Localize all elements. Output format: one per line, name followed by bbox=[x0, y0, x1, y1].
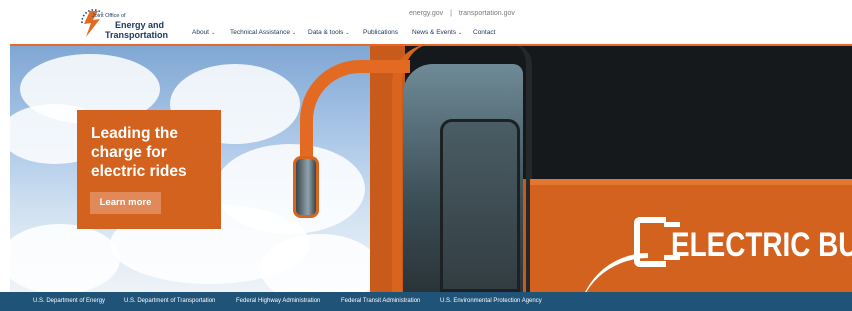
hero-title: Leading the charge for electric rides bbox=[91, 125, 187, 180]
site-logo[interactable]: Joint Office of Energy and Transportatio… bbox=[76, 7, 169, 40]
transportation-gov-link[interactable]: transportation.gov bbox=[459, 10, 515, 17]
bus-mirror bbox=[293, 156, 319, 218]
nav-item-label: News & Events bbox=[412, 29, 457, 36]
nav-item-news-events[interactable]: News & Events ⌄ bbox=[412, 29, 462, 36]
bus-side-text: ELECTRIC BUS bbox=[671, 226, 852, 264]
footer-link-fta[interactable]: Federal Transit Administration bbox=[341, 298, 420, 304]
cloud-shape bbox=[260, 234, 380, 292]
nav-item-data-tools[interactable]: Data & tools ⌄ bbox=[308, 29, 350, 36]
hero-left-margin bbox=[0, 44, 10, 292]
footer-link-dot[interactable]: U.S. Department of Transportation bbox=[124, 298, 215, 304]
learn-more-button[interactable]: Learn more bbox=[90, 192, 161, 214]
plug-icon bbox=[634, 217, 666, 267]
chevron-down-icon: ⌄ bbox=[345, 30, 350, 36]
nav-item-label: Publications bbox=[363, 29, 399, 36]
bus-mirror-arm bbox=[300, 60, 410, 170]
chevron-down-icon: ⌄ bbox=[211, 30, 216, 36]
site-header: Joint Office of Energy and Transportatio… bbox=[0, 0, 852, 44]
nav-item-publications[interactable]: Publications bbox=[363, 29, 398, 36]
cloud-shape bbox=[0, 224, 120, 292]
hero-promo-card: Leading the charge for electric rides Le… bbox=[77, 110, 221, 229]
header-divider bbox=[0, 44, 852, 46]
partner-agencies-bar: U.S. Department of Energy U.S. Departmen… bbox=[0, 292, 852, 311]
nav-item-technical-assistance[interactable]: Technical Assistance ⌄ bbox=[230, 29, 296, 36]
nav-item-contact[interactable]: Contact bbox=[473, 29, 495, 36]
chevron-down-icon: ⌄ bbox=[291, 30, 297, 36]
bus-door bbox=[440, 119, 520, 292]
chevron-down-icon: ⌄ bbox=[458, 30, 463, 36]
bus-side-stripe bbox=[530, 179, 852, 185]
lightning-bolt-logo-icon bbox=[81, 9, 103, 37]
footer-link-epa[interactable]: U.S. Environmental Protection Agency bbox=[440, 298, 542, 304]
nav-item-label: Data & tools bbox=[308, 29, 344, 36]
utility-links: energy.gov | transportation.gov bbox=[409, 10, 515, 17]
utility-separator: | bbox=[450, 10, 452, 17]
logo-line2: Energy and bbox=[115, 20, 165, 30]
nav-item-label: Contact bbox=[473, 29, 496, 36]
footer-link-fhwa[interactable]: Federal Highway Administration bbox=[236, 298, 320, 304]
nav-item-about[interactable]: About ⌄ bbox=[192, 29, 215, 36]
footer-link-doe[interactable]: U.S. Department of Energy bbox=[33, 298, 105, 304]
nav-item-label: About bbox=[192, 29, 209, 36]
nav-item-label: Technical Assistance bbox=[230, 29, 290, 36]
logo-line1: Joint Office of bbox=[92, 13, 126, 19]
logo-line3: Transportation bbox=[105, 30, 169, 40]
energy-gov-link[interactable]: energy.gov bbox=[409, 10, 443, 17]
